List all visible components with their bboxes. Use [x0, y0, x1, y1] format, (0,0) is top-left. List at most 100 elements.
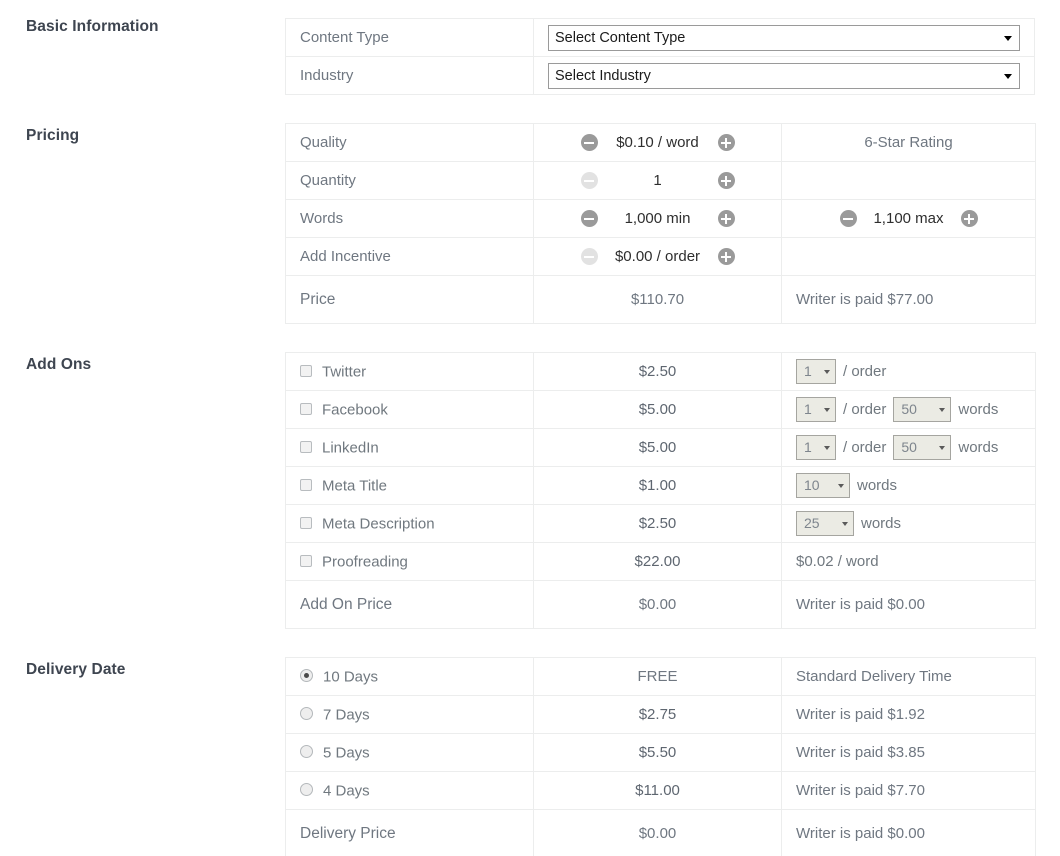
- delivery-option-cell: 4 Days: [285, 771, 534, 810]
- chevron-down-icon: [824, 407, 830, 412]
- section-title-add-ons: Add Ons: [26, 356, 92, 373]
- chevron-down-icon: [939, 407, 946, 412]
- unit-label: / order: [843, 439, 887, 456]
- select-value: Select Content Type: [555, 29, 686, 46]
- unit-label: / order: [843, 363, 887, 380]
- row-value: $0.00 / order: [533, 237, 782, 276]
- row-extra: 1,100 max: [781, 199, 1036, 238]
- delivery-radio[interactable]: [300, 707, 313, 721]
- quantity-select[interactable]: 10: [796, 473, 850, 498]
- row-label: Quality: [285, 123, 534, 162]
- decrement-button: [580, 248, 598, 265]
- increment-button[interactable]: [960, 210, 978, 227]
- addon-checkbox[interactable]: [300, 364, 312, 377]
- select-value: 10: [804, 477, 820, 493]
- quantity-select[interactable]: 50: [893, 435, 952, 460]
- addon-checkbox[interactable]: [300, 516, 312, 529]
- unit-label: words: [857, 477, 898, 494]
- field-label: Content Type: [285, 18, 534, 57]
- table-total-row: Delivery Price $0.00 Writer is paid $0.00: [285, 809, 1036, 856]
- section-basic-information: Basic Information Content Type Select Con…: [0, 0, 1060, 95]
- table-row: Facebook $5.00 1 / order 50 words: [285, 390, 1036, 429]
- select-1[interactable]: Select Industry: [548, 62, 1020, 89]
- addon-label: Proofreading: [322, 553, 408, 571]
- value-stepper: 1: [548, 172, 767, 189]
- table-row: Quality $0.10 / word 6-Star Rating: [285, 123, 1036, 162]
- addon-controls: 10 words: [781, 466, 1036, 505]
- section-pricing: Pricing Quality $0.10 / word 6-Star Rating…: [0, 123, 1060, 324]
- addon-controls: $0.02 / word: [781, 542, 1036, 581]
- addon-price: $5.00: [533, 428, 782, 467]
- chevron-down-icon: [824, 445, 830, 450]
- delivery-option-cell: 5 Days: [285, 733, 534, 772]
- addon-checkbox[interactable]: [300, 554, 312, 567]
- addon-controls: 1 / order: [781, 352, 1036, 391]
- addon-label-cell: Twitter: [285, 352, 534, 391]
- delivery-note: Writer is paid $7.70: [781, 771, 1036, 810]
- table-row: 4 Days $11.00 Writer is paid $7.70: [285, 771, 1036, 810]
- writer-paid-note: Writer is paid $77.00: [781, 275, 1036, 324]
- addon-checkbox[interactable]: [300, 402, 312, 415]
- quantity-select[interactable]: 50: [893, 397, 952, 422]
- addon-price: $22.00: [533, 542, 782, 581]
- delivery-radio[interactable]: [300, 783, 313, 797]
- delivery-date-body: 10 Days FREE Standard Delivery Time 7 Days $…: [285, 657, 1060, 856]
- addon-checkbox[interactable]: [300, 478, 312, 491]
- total-amount: $110.70: [533, 275, 782, 324]
- unit-label: words: [958, 439, 999, 456]
- order-configuration-page: Basic Information Content Type Select Con…: [0, 0, 1060, 856]
- select-value: 50: [901, 401, 917, 417]
- decrement-button: [580, 172, 598, 189]
- row-value: $0.10 / word: [533, 123, 782, 162]
- total-amount: $0.00: [533, 809, 782, 856]
- delivery-radio[interactable]: [300, 745, 313, 759]
- addon-checkbox[interactable]: [300, 440, 312, 453]
- addon-label-cell: Proofreading: [285, 542, 534, 581]
- table-row: Twitter $2.50 1 / order: [285, 352, 1036, 391]
- quantity-select[interactable]: 1: [796, 359, 836, 384]
- total-label: Price: [285, 275, 534, 324]
- stepper-value: 1,000 min: [624, 210, 691, 227]
- writer-paid-note: Writer is paid $0.00: [781, 809, 1036, 856]
- section-delivery-date: Delivery Date 10 Days FREE Standard Delive…: [0, 657, 1060, 856]
- delivery-radio[interactable]: [300, 669, 313, 683]
- field-control: Select Industry: [533, 56, 1035, 95]
- max-words-stepper: 1,100 max: [796, 210, 1021, 227]
- decrement-button[interactable]: [580, 210, 598, 227]
- increment-button[interactable]: [717, 210, 735, 227]
- increment-button[interactable]: [717, 248, 735, 265]
- delivery-price: $5.50: [533, 733, 782, 772]
- table-total-row: Price $110.70 Writer is paid $77.00: [285, 275, 1036, 324]
- chevron-down-icon: [842, 521, 848, 526]
- addon-controls: 1 / order 50 words: [781, 390, 1036, 429]
- addon-price: $1.00: [533, 466, 782, 505]
- decrement-button[interactable]: [839, 210, 857, 227]
- delivery-price: $11.00: [533, 771, 782, 810]
- delivery-note: Standard Delivery Time: [781, 657, 1036, 696]
- quantity-select[interactable]: 1: [796, 435, 836, 460]
- decrement-button[interactable]: [580, 134, 598, 151]
- quantity-select[interactable]: 1: [796, 397, 836, 422]
- delivery-price: FREE: [533, 657, 782, 696]
- table-total-row: Add On Price $0.00 Writer is paid $0.00: [285, 580, 1036, 629]
- section-title-basic-information: Basic Information: [26, 18, 159, 35]
- quantity-select[interactable]: 25: [796, 511, 854, 536]
- delivery-price: $2.75: [533, 695, 782, 734]
- chevron-down-icon: [939, 445, 946, 450]
- table-row: Add Incentive $0.00 / order: [285, 237, 1036, 276]
- increment-button[interactable]: [717, 134, 735, 151]
- delivery-note: Writer is paid $3.85: [781, 733, 1036, 772]
- table-row: Quantity 1: [285, 161, 1036, 200]
- unit-label: $0.02 / word: [796, 553, 879, 570]
- select-0[interactable]: Select Content Type: [548, 24, 1020, 51]
- addon-label-cell: LinkedIn: [285, 428, 534, 467]
- pricing-body: Quality $0.10 / word 6-Star Rating Quantity…: [285, 123, 1060, 324]
- table-row: LinkedIn $5.00 1 / order 50 words: [285, 428, 1036, 467]
- addon-label-cell: Facebook: [285, 390, 534, 429]
- row-value: 1,000 min: [533, 199, 782, 238]
- delivery-option-cell: 7 Days: [285, 695, 534, 734]
- addon-price: $5.00: [533, 390, 782, 429]
- stepper-value: 1,100 max: [873, 210, 944, 227]
- increment-button[interactable]: [717, 172, 735, 189]
- chevron-down-icon: [1004, 35, 1012, 41]
